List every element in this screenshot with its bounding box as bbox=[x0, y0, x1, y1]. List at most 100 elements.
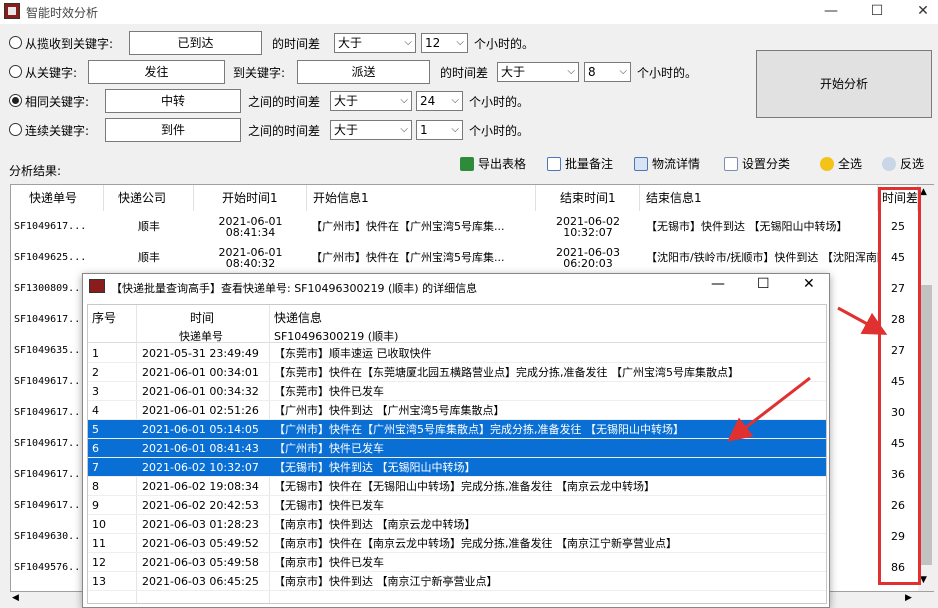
tracking-cell-n: 10 bbox=[92, 518, 106, 531]
hours-select[interactable]: 1 ⌵ bbox=[416, 120, 463, 140]
radio-same-keyword[interactable] bbox=[9, 94, 22, 107]
compare-select[interactable]: 大于 ⌵ bbox=[330, 120, 412, 140]
chevron-down-icon: ⌵ bbox=[400, 95, 408, 106]
toolbar-label: 反选 bbox=[900, 157, 925, 171]
hours-select[interactable]: 12 ⌵ bbox=[421, 33, 468, 53]
tracking-row[interactable]: 2 2021-06-01 00:34:01 【东莞市】快件在【东莞塘厦北园五横路营业… bbox=[88, 363, 826, 382]
minimize-button[interactable]: — bbox=[711, 276, 725, 292]
criteria-text: 之间的时间差 bbox=[248, 124, 321, 138]
tracking-row[interactable]: 3 2021-06-01 00:34:32 【东莞市】快件已发车 bbox=[88, 382, 826, 401]
tracking-cell-info: 【无锡市】快件已发车 bbox=[274, 499, 384, 512]
tracking-row[interactable]: 1 2021-05-31 23:49:49 【东莞市】顺丰速运 已收取快件 bbox=[88, 344, 826, 363]
select-all-button[interactable]: 全选 bbox=[820, 153, 862, 175]
column-header[interactable]: 序号 bbox=[92, 309, 116, 326]
grid-cell-ei[interactable]: 【沈阳市/铁岭市/抚顺市】快件到达 【沈阳浑南陆运中转场】 bbox=[646, 242, 878, 273]
chevron-down-icon: ⌵ bbox=[400, 124, 408, 135]
tracking-cell-n: 8 bbox=[92, 480, 99, 493]
scroll-up-icon[interactable]: ▲ bbox=[920, 187, 927, 197]
to-keyword-input[interactable]: 派送 bbox=[297, 60, 430, 84]
column-header[interactable]: 快递单号 bbox=[11, 185, 104, 211]
grid-cell-si[interactable]: 【广州市】快件在【广州宝湾5号库集... bbox=[311, 211, 536, 242]
tracking-cell-t: 2021-06-03 06:45:25 bbox=[142, 575, 259, 588]
tracking-cell-info: 【无锡市】快件在【无锡阳山中转场】完成分拣,准备发往 【南京云龙中转场】 bbox=[274, 480, 655, 493]
tracking-row[interactable]: 4 2021-06-01 02:51:26 【广州市】快件到达 【广州宝湾5号库集散… bbox=[88, 401, 826, 420]
grid-cell-no[interactable]: SF1049625... bbox=[14, 242, 102, 273]
tracking-row[interactable]: 13 2021-06-03 06:45:25 【南京市】快件到达 【南京江宁新亭营业… bbox=[88, 572, 826, 591]
close-button[interactable]: ✕ bbox=[803, 276, 815, 292]
column-header[interactable]: 快递信息 bbox=[274, 309, 322, 326]
bulb-icon bbox=[820, 157, 834, 171]
tracking-cell-n: 7 bbox=[92, 461, 99, 474]
grid-cell-co[interactable]: 顺丰 bbox=[104, 211, 194, 242]
tracking-header: 序号 时间 快递信息 快递单号 SF10496300219 (顺丰) bbox=[88, 305, 826, 343]
tracking-row[interactable]: 12 2021-06-03 05:49:58 【南京市】快件已发车 bbox=[88, 553, 826, 572]
from-keyword-input[interactable]: 发往 bbox=[88, 60, 225, 84]
results-label: 分析结果: bbox=[9, 164, 62, 178]
start-analysis-button[interactable]: 开始分析 bbox=[756, 50, 932, 118]
scroll-down-icon[interactable]: ▼ bbox=[920, 575, 927, 585]
column-header[interactable]: 开始时间1 bbox=[194, 185, 307, 211]
consecutive-keyword-input[interactable]: 到件 bbox=[105, 118, 241, 142]
hours-select[interactable]: 8 ⌵ bbox=[584, 62, 631, 82]
maximize-button[interactable]: ☐ bbox=[854, 0, 900, 24]
toolbar-label: 批量备注 bbox=[565, 157, 614, 171]
export-table-button[interactable]: 导出表格 bbox=[460, 153, 526, 175]
compare-select[interactable]: 大于 ⌵ bbox=[330, 91, 412, 111]
grid-cell-et[interactable]: 2021-06-03 06:20:03 bbox=[536, 242, 640, 273]
tracking-cell-info: 【广州市】快件已发车 bbox=[274, 442, 384, 455]
column-header[interactable]: 开始信息1 bbox=[307, 185, 536, 211]
tracking-row[interactable]: 10 2021-06-03 01:28:23 【南京市】快件到达 【南京云龙中转场】 bbox=[88, 515, 826, 534]
scroll-right-icon[interactable]: ▶ bbox=[905, 593, 912, 603]
scroll-left-icon[interactable]: ◀ bbox=[12, 593, 19, 603]
criteria-text: 的时间差 bbox=[440, 66, 489, 80]
column-header[interactable]: 结束时间1 bbox=[536, 185, 640, 211]
tracking-row[interactable]: 8 2021-06-02 19:08:34 【无锡市】快件在【无锡阳山中转场】完成分… bbox=[88, 477, 826, 496]
hours-select[interactable]: 24 ⌵ bbox=[416, 91, 463, 111]
logistics-detail-button[interactable]: 物流详情 bbox=[634, 153, 700, 175]
radio-consecutive-keyword[interactable] bbox=[9, 123, 22, 136]
tracking-cell-info: 【南京市】快件在【南京云龙中转场】完成分拣,准备发往 【南京江宁新亭营业点】 bbox=[274, 537, 677, 550]
grid-cell-co[interactable]: 顺丰 bbox=[104, 242, 194, 273]
column-header[interactable]: 快递公司 bbox=[104, 185, 194, 211]
set-category-button[interactable]: 设置分类 bbox=[724, 153, 790, 175]
hours-value: 24 bbox=[420, 94, 436, 108]
tracking-table[interactable]: 序号 时间 快递信息 快递单号 SF10496300219 (顺丰) 1 2021… bbox=[87, 304, 827, 604]
scroll-thumb[interactable] bbox=[920, 285, 932, 565]
invert-selection-button[interactable]: 反选 bbox=[882, 153, 924, 175]
radio-keyword-to-keyword[interactable] bbox=[9, 65, 22, 78]
dialog-title: 【快递批量查询高手】查看快递单号: SF10496300219 (顺丰) 的详细… bbox=[111, 282, 478, 295]
tracking-cell-n: 1 bbox=[92, 347, 99, 360]
radio-collect-to-keyword[interactable] bbox=[9, 36, 22, 49]
compare-select[interactable]: 大于 ⌵ bbox=[334, 33, 416, 53]
grid-cell-st[interactable]: 2021-06-01 08:41:34 bbox=[194, 211, 307, 242]
tracking-cell-info: 【东莞市】快件已发车 bbox=[274, 385, 384, 398]
column-header[interactable]: 结束信息1 bbox=[640, 185, 878, 211]
tracking-row[interactable]: 7 2021-06-02 10:32:07 【无锡市】快件到达 【无锡阳山中转场】 bbox=[88, 458, 826, 477]
tracking-cell-info: 【东莞市】顺丰速运 已收取快件 bbox=[274, 347, 432, 360]
tracking-row[interactable]: 5 2021-06-01 05:14:05 【广州市】快件在【广州宝湾5号库集散点】… bbox=[88, 420, 826, 439]
same-keyword-input[interactable]: 中转 bbox=[105, 89, 241, 113]
grid-cell-st[interactable]: 2021-06-01 08:40:32 bbox=[194, 242, 307, 273]
minimize-button[interactable]: — bbox=[808, 0, 854, 24]
dialog-title-bar: 【快递批量查询高手】查看快递单号: SF10496300219 (顺丰) 的详细… bbox=[83, 274, 829, 300]
excel-icon bbox=[460, 157, 474, 171]
tracking-row[interactable]: 6 2021-06-01 08:41:43 【广州市】快件已发车 bbox=[88, 439, 826, 458]
compare-select[interactable]: 大于 ⌵ bbox=[497, 62, 579, 82]
maximize-button[interactable]: ☐ bbox=[757, 276, 770, 292]
tracking-cell-t: 2021-06-03 05:49:52 bbox=[142, 537, 259, 550]
tracking-row[interactable]: 9 2021-06-02 20:42:53 【无锡市】快件已发车 bbox=[88, 496, 826, 515]
grid-cell-no[interactable]: SF1049617... bbox=[14, 211, 102, 242]
keyword-input[interactable]: 已到达 bbox=[129, 31, 262, 55]
batch-note-button[interactable]: 批量备注 bbox=[547, 153, 613, 175]
grid-cell-ei[interactable]: 【无锡市】快件到达 【无锡阳山中转场】 bbox=[646, 211, 878, 242]
grid-cell-si[interactable]: 【广州市】快件在【广州宝湾5号库集... bbox=[311, 242, 536, 273]
chevron-down-icon: ⌵ bbox=[567, 66, 575, 77]
close-button[interactable]: ✕ bbox=[900, 0, 938, 24]
grid-cell-et[interactable]: 2021-06-02 10:32:07 bbox=[536, 211, 640, 242]
tracking-cell-info: 【南京市】快件已发车 bbox=[274, 556, 384, 569]
tracking-cell-n: 6 bbox=[92, 442, 99, 455]
hours-value: 1 bbox=[420, 123, 428, 137]
tracking-row[interactable]: 11 2021-06-03 05:49:52 【南京市】快件在【南京云龙中转场】完成… bbox=[88, 534, 826, 553]
column-header[interactable]: 时间 bbox=[190, 309, 214, 326]
criteria-label: 从揽收到关键字: bbox=[25, 37, 114, 51]
